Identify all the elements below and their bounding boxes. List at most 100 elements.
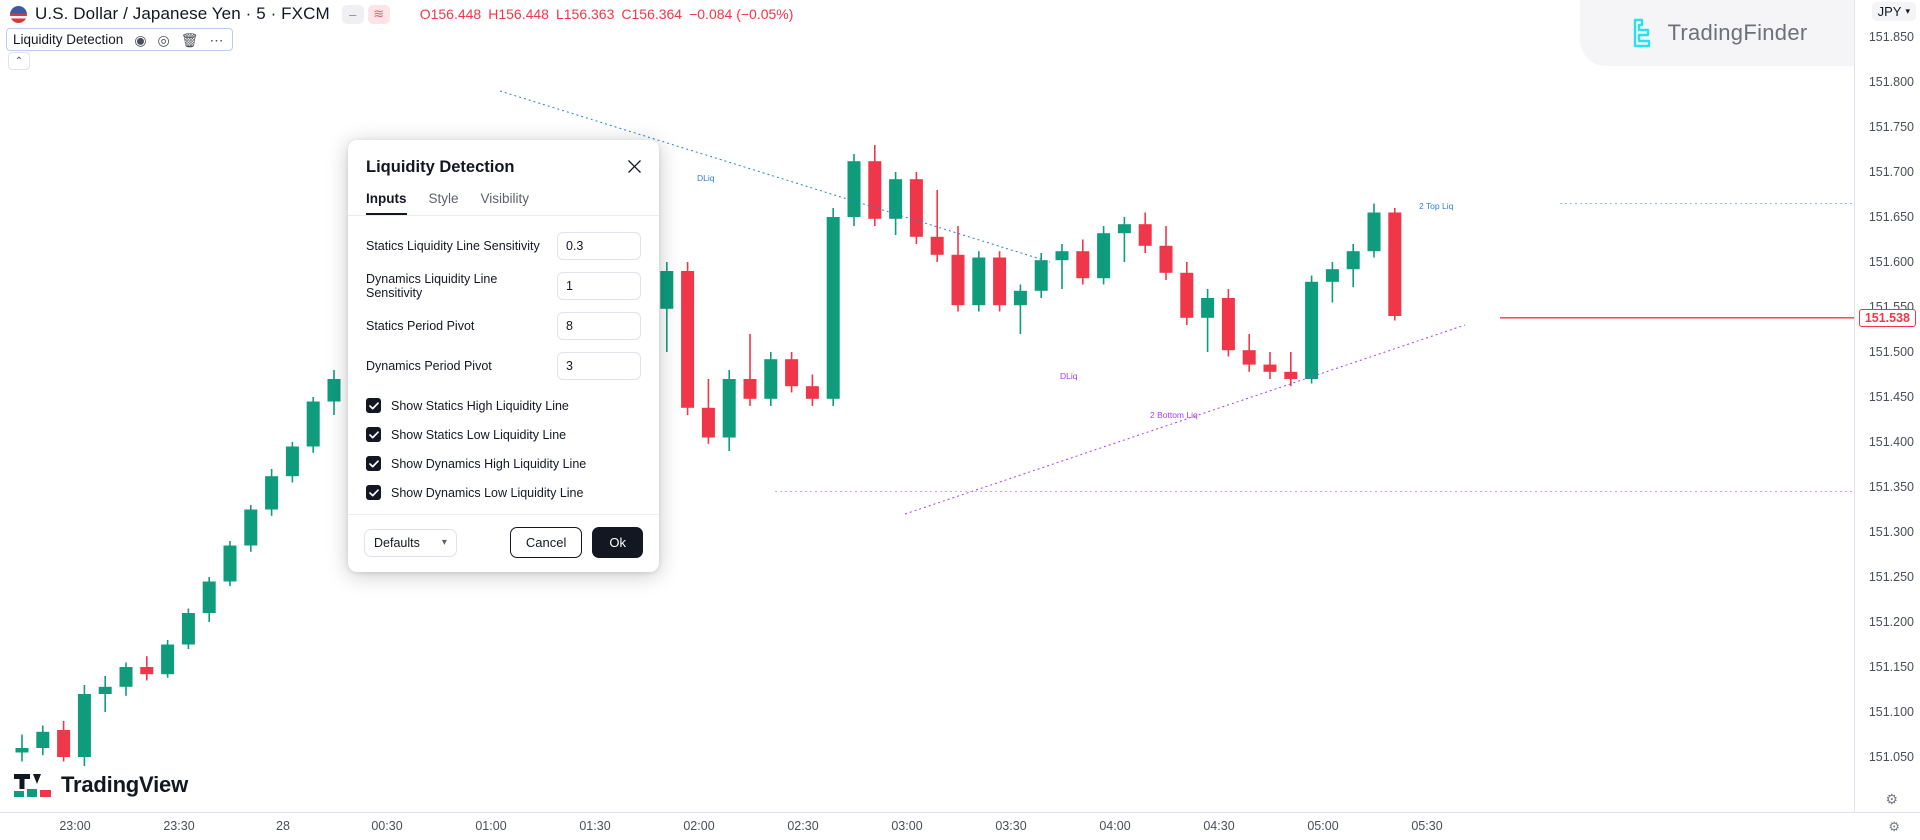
dialog-body: Statics Liquidity Line Sensitivity Dynam… [348,216,659,514]
time-tick: 04:30 [1203,819,1234,833]
gear-icon[interactable]: ⚙ [1888,819,1900,835]
price-tick: 151.800 [1869,75,1914,89]
price-tick: 151.300 [1869,525,1914,539]
field-label: Dynamics Period Pivot [366,359,492,373]
candle [889,172,902,235]
candle [1076,240,1089,285]
field-statics-liquidity-line-sensitivity: Statics Liquidity Line Sensitivity [366,232,641,260]
checkbox-checked-icon[interactable] [366,398,381,413]
candle [806,375,819,407]
cancel-button[interactable]: Cancel [510,527,582,558]
currency-selector[interactable]: JPY ▾ [1872,2,1916,21]
price-tick: 151.200 [1869,615,1914,629]
candle [1264,352,1277,379]
checkbox-show-dynamics-low-liquidity-line[interactable]: Show Dynamics Low Liquidity Line [366,485,641,500]
candle [723,370,736,451]
checkbox-checked-icon[interactable] [366,427,381,442]
checkbox-label: Show Dynamics High Liquidity Line [391,457,586,471]
ok-button[interactable]: Ok [592,527,643,558]
candle [1368,204,1381,258]
tab-style[interactable]: Style [429,191,459,215]
time-tick: 23:30 [163,819,194,833]
time-tick: 05:00 [1307,819,1338,833]
statics-liquidity-sensitivity-input[interactable] [557,232,641,260]
time-tick: 00:30 [371,819,402,833]
tab-visibility[interactable]: Visibility [481,191,530,215]
candle [1014,285,1027,335]
checkbox-show-statics-high-liquidity-line[interactable]: Show Statics High Liquidity Line [366,398,641,413]
candle [78,685,91,766]
dialog-tabs[interactable]: Inputs Style Visibility [348,191,659,216]
dialog-header: Liquidity Detection [348,140,659,177]
checkbox-checked-icon[interactable] [366,485,381,500]
price-tick: 151.400 [1869,435,1914,449]
dialog-title: Liquidity Detection [366,158,641,177]
candle [244,505,257,552]
candle [848,154,861,226]
checkbox-label: Show Statics High Liquidity Line [391,399,569,413]
candle [203,577,216,622]
candle [1180,262,1193,325]
candle [265,469,278,516]
dialog-footer: Defaults ▾ Cancel Ok [348,514,659,572]
top-liq-label: 2 Top Liq [1419,201,1454,211]
candle [1222,289,1235,357]
statics-period-pivot-input[interactable] [557,312,641,340]
candle [120,663,133,696]
last-price-badge: 151.538 [1859,309,1916,327]
price-tick: 151.150 [1869,660,1914,674]
candle [702,379,715,444]
chevron-down-icon: ▾ [442,537,447,548]
candle [1118,217,1131,262]
price-tick: 151.450 [1869,390,1914,404]
field-dynamics-liquidity-line-sensitivity: Dynamics Liquidity Line Sensitivity [366,272,641,300]
candle [1097,226,1110,285]
tradingview-logo-icon [14,772,54,798]
time-tick: 03:00 [891,819,922,833]
field-label: Statics Period Pivot [366,319,474,333]
candle [1243,334,1256,372]
candle [1160,226,1173,280]
defaults-dropdown[interactable]: Defaults ▾ [364,529,457,557]
price-axis[interactable]: JPY ▾ 151.850151.800151.750151.700151.65… [1854,0,1920,812]
chevron-down-icon: ▾ [1905,6,1910,17]
field-label: Statics Liquidity Line Sensitivity [366,239,540,253]
candle [910,172,923,244]
tab-inputs[interactable]: Inputs [366,191,407,215]
candle [1139,213,1152,254]
candle [1305,276,1318,384]
candle [681,262,694,415]
candle [972,251,985,311]
checkbox-show-dynamics-high-liquidity-line[interactable]: Show Dynamics High Liquidity Line [366,456,641,471]
currency-label: JPY [1878,4,1902,19]
candle [182,609,195,650]
candle [660,262,673,352]
close-icon[interactable] [623,155,645,177]
candlestick-chart[interactable]: DLiqDLiq2 Top Liq2 Bottom Liq [0,0,1854,812]
tradingview-label: TradingView [61,772,188,798]
candle [868,145,881,226]
tradingview-watermark: TradingView [14,772,188,798]
candle [827,208,840,406]
candle [307,397,320,453]
price-tick: 151.050 [1869,750,1914,764]
candle [744,334,757,406]
candle [993,251,1006,311]
candle [36,726,49,756]
checkbox-checked-icon[interactable] [366,456,381,471]
candle [99,676,112,712]
time-axis[interactable]: 23:0023:302800:3001:0001:3002:0002:3003:… [0,812,1920,840]
dynamics-liquidity-sensitivity-input[interactable] [557,272,641,300]
checkbox-label: Show Dynamics Low Liquidity Line [391,486,583,500]
checkbox-show-statics-low-liquidity-line[interactable]: Show Statics Low Liquidity Line [366,427,641,442]
dynamics-period-pivot-input[interactable] [557,352,641,380]
price-tick: 151.750 [1869,120,1914,134]
gear-icon[interactable]: ⚙ [1885,791,1898,808]
price-tick: 151.700 [1869,165,1914,179]
candle [764,352,777,406]
time-tick: 01:30 [579,819,610,833]
field-statics-period-pivot: Statics Period Pivot [366,312,641,340]
liquidity-detection-settings-dialog[interactable]: Liquidity Detection Inputs Style Visibil… [348,140,659,572]
candle [328,370,341,415]
time-tick: 28 [276,819,290,833]
